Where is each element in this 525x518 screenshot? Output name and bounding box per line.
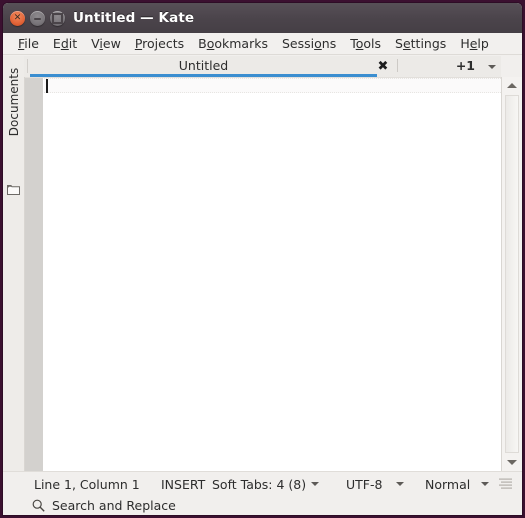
maximize-window-button[interactable] — [50, 11, 65, 26]
menu-projects[interactable]: Projects — [128, 34, 191, 53]
tabbar-overflow-count[interactable]: +1 — [456, 56, 475, 75]
window-titlebar: ✕ Untitled — Kate — [3, 3, 522, 33]
tabbar-separator-right — [397, 59, 398, 72]
menu-edit[interactable]: Edit — [46, 34, 84, 53]
highlight-mode-button[interactable]: Normal — [425, 472, 470, 496]
chevron-up-icon — [507, 83, 517, 88]
scroll-down-button[interactable] — [502, 454, 522, 471]
tab-label: Untitled — [178, 57, 229, 73]
menu-view[interactable]: View — [84, 34, 128, 53]
menu-sessions[interactable]: Sessions — [275, 34, 343, 53]
search-and-replace-bar[interactable]: Search and Replace — [3, 495, 522, 515]
text-caret — [46, 79, 48, 93]
editor-icon-border[interactable] — [25, 78, 43, 472]
window-title: Untitled — Kate — [73, 10, 195, 26]
current-line-highlight — [44, 78, 501, 93]
sidebar-toolview-bar: Documents — [3, 56, 25, 471]
chevron-down-icon[interactable] — [396, 482, 404, 486]
document-tabbar: Untitled ✖ +1 — [24, 56, 501, 78]
input-mode-button[interactable]: INSERT — [161, 472, 205, 496]
statusbar: Line 1, Column 1 INSERT Soft Tabs: 4 (8)… — [3, 471, 522, 496]
minimize-icon — [30, 11, 45, 26]
folder-icon — [7, 185, 20, 195]
chevron-down-icon[interactable] — [311, 482, 319, 486]
menu-bookmarks[interactable]: Bookmarks — [191, 34, 275, 53]
menu-tools[interactable]: Tools — [343, 34, 388, 53]
search-icon — [32, 499, 45, 512]
menu-settings[interactable]: Settings — [388, 34, 453, 53]
menu-file[interactable]: File — [11, 34, 46, 53]
menu-help[interactable]: Help — [453, 34, 496, 53]
tab-close-icon[interactable]: ✖ — [375, 58, 391, 74]
scroll-up-button[interactable] — [502, 77, 522, 94]
close-icon: ✕ — [13, 13, 22, 23]
chevron-down-icon[interactable] — [488, 65, 496, 69]
sidebar-item-documents[interactable]: Documents — [4, 57, 24, 147]
menubar: File Edit View Projects Bookmarks Sessio… — [3, 33, 522, 55]
search-and-replace-label: Search and Replace — [52, 497, 176, 513]
text-editor-area[interactable] — [25, 77, 501, 472]
encoding-button[interactable]: UTF-8 — [346, 472, 382, 496]
scrollbar-track[interactable] — [505, 95, 519, 453]
line-alignment-icon[interactable] — [499, 478, 512, 489]
close-window-button[interactable]: ✕ — [10, 11, 25, 26]
maximize-icon — [50, 11, 65, 26]
editor-vertical-scrollbar[interactable] — [501, 77, 522, 471]
chevron-down-icon[interactable] — [481, 482, 489, 486]
soft-tabs-button[interactable]: Soft Tabs: 4 (8) — [212, 472, 306, 496]
minimize-window-button[interactable] — [30, 11, 45, 26]
kate-main-window: ✕ Untitled — Kate File Edit View Project… — [3, 3, 522, 515]
tabbar-separator-left — [27, 59, 28, 73]
cursor-position-label: Line 1, Column 1 — [34, 476, 140, 492]
chevron-down-icon — [507, 460, 517, 465]
